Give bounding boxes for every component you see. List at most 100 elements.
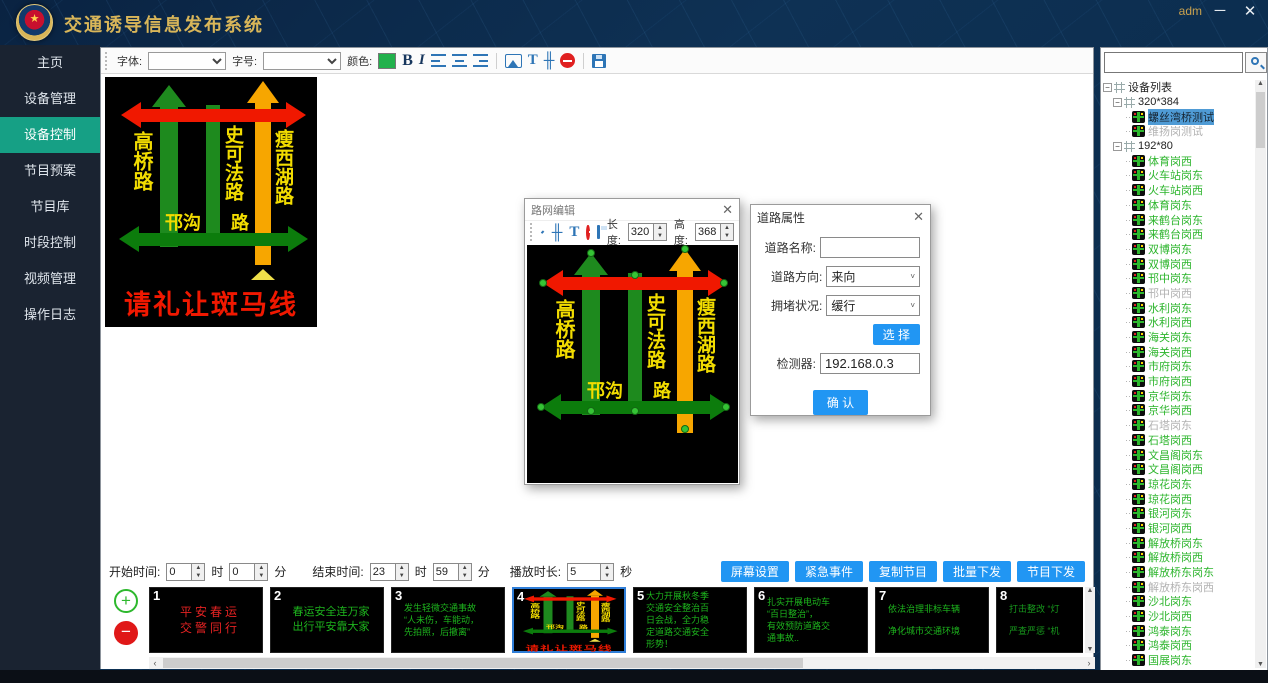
road-name-input[interactable]: [820, 237, 920, 258]
tree-group-1[interactable]: −192*80: [1103, 139, 1255, 154]
tree-device-1-28[interactable]: ··解放桥东岗东: [1103, 565, 1255, 580]
tree-device-1-26[interactable]: ··解放桥岗东: [1103, 535, 1255, 550]
tree-expander-icon[interactable]: −: [1113, 98, 1122, 107]
align-center-icon[interactable]: [452, 54, 467, 67]
edit-handle[interactable]: [722, 403, 730, 411]
program-thumbnail-4[interactable]: 4高桥路史可法路瘦西湖路邗沟路请礼让斑马线: [512, 587, 626, 653]
edit-handle[interactable]: [587, 249, 595, 257]
tree-device-1-33[interactable]: ··鸿泰岗西: [1103, 638, 1255, 653]
program-thumbnail-3[interactable]: 3发生轻微交通事故“人未伤，车能动，先拍照，后撤离”: [391, 587, 505, 653]
roadnet-dialog-titlebar[interactable]: 路网编辑 ✕: [525, 199, 739, 220]
action-button-3[interactable]: 批量下发: [943, 561, 1011, 582]
device-tree-scrollbar[interactable]: ▲▼: [1255, 80, 1266, 668]
text-tool-icon[interactable]: T: [528, 52, 538, 69]
tree-device-1-5[interactable]: ··来鹤台岗西: [1103, 227, 1255, 242]
road-props-titlebar[interactable]: 道路属性 ✕: [751, 205, 930, 229]
led-sign-preview[interactable]: 高桥路史可法路瘦西湖路邗沟路请礼让斑马线: [105, 77, 317, 327]
tree-device-1-27[interactable]: ··解放桥岗西: [1103, 550, 1255, 565]
road-props-close-icon[interactable]: ✕: [913, 209, 924, 225]
tree-device-0-1[interactable]: ··维扬岗测试: [1103, 124, 1255, 139]
tree-device-1-12[interactable]: ··海关岗东: [1103, 330, 1255, 345]
tree-expander-icon[interactable]: −: [1113, 142, 1122, 151]
roadnet-tool-icon[interactable]: ╫: [544, 52, 555, 69]
tree-device-1-17[interactable]: ··京华岗西: [1103, 403, 1255, 418]
road-tool-icon[interactable]: ╫: [552, 224, 563, 241]
add-program-button[interactable]: +: [114, 589, 138, 613]
tree-device-1-14[interactable]: ··市府岗东: [1103, 359, 1255, 374]
tree-device-1-1[interactable]: ··火车站岗东: [1103, 168, 1255, 183]
tree-group-0[interactable]: −320*384: [1103, 95, 1255, 110]
tree-device-1-19[interactable]: ··石塔岗西: [1103, 433, 1255, 448]
program-thumbnail-5[interactable]: 5大力开展秋冬季交通安全整治百日会战，全力稳定道路交通安全形势！: [633, 587, 747, 653]
size-select[interactable]: [263, 52, 341, 70]
font-select[interactable]: [148, 52, 226, 70]
end-hour-spinner[interactable]: ▲▼: [370, 563, 409, 581]
sidebar-item-6[interactable]: 视频管理: [0, 261, 100, 297]
tree-device-1-24[interactable]: ··银河岗东: [1103, 506, 1255, 521]
sidebar-item-7[interactable]: 操作日志: [0, 297, 100, 333]
tree-device-1-3[interactable]: ··体育岗东: [1103, 198, 1255, 213]
minimize-button[interactable]: ─: [1210, 2, 1230, 19]
sidebar-item-0[interactable]: 主页: [0, 45, 100, 81]
tree-device-1-18[interactable]: ··石塔岗东: [1103, 418, 1255, 433]
edit-handle[interactable]: [681, 425, 689, 433]
remove-program-button[interactable]: −: [114, 621, 138, 645]
line-tool-icon[interactable]: [541, 230, 545, 234]
tree-device-1-22[interactable]: ··琼花岗东: [1103, 477, 1255, 492]
duration-spinner[interactable]: ▲▼: [567, 563, 614, 581]
program-thumbnail-1[interactable]: 1平安春运交警同行: [149, 587, 263, 653]
tree-root[interactable]: −设备列表: [1103, 80, 1255, 95]
sidebar-item-4[interactable]: 节目库: [0, 189, 100, 225]
close-button[interactable]: ✕: [1240, 2, 1260, 20]
roadnet-dialog-close-icon[interactable]: ✕: [722, 202, 733, 218]
tree-device-1-10[interactable]: ··水利岗东: [1103, 300, 1255, 315]
select-detector-button[interactable]: 选 择: [873, 324, 920, 345]
tree-device-1-7[interactable]: ··双博岗西: [1103, 256, 1255, 271]
tree-device-1-21[interactable]: ··文昌阁岗西: [1103, 462, 1255, 477]
program-thumbnail-6[interactable]: 6扎实开展电动车“百日整治”，有效预防道路交通事故..: [754, 587, 868, 653]
italic-button[interactable]: I: [419, 52, 425, 69]
tree-device-1-13[interactable]: ··海关岗西: [1103, 344, 1255, 359]
sidebar-item-5[interactable]: 时段控制: [0, 225, 100, 261]
sidebar-item-3[interactable]: 节目预案: [0, 153, 100, 189]
tree-device-1-35[interactable]: ··国展岗西: [1103, 668, 1255, 669]
sidebar-item-1[interactable]: 设备管理: [0, 81, 100, 117]
end-minute-spinner[interactable]: ▲▼: [433, 563, 472, 581]
action-button-4[interactable]: 节目下发: [1017, 561, 1085, 582]
roadnet-canvas[interactable]: 高桥路史可法路瘦西湖路邗沟路: [527, 245, 738, 483]
tree-device-1-4[interactable]: ··来鹤台岗东: [1103, 212, 1255, 227]
sidebar-item-2[interactable]: 设备控制: [0, 117, 100, 153]
congestion-select[interactable]: 缓行˅: [826, 295, 920, 316]
tree-device-1-6[interactable]: ··双博岗东: [1103, 242, 1255, 257]
device-search-input[interactable]: [1104, 52, 1243, 73]
start-hour-spinner[interactable]: ▲▼: [166, 563, 205, 581]
tree-device-0-0[interactable]: ··螺丝湾桥测试: [1103, 109, 1255, 124]
tree-expander-icon[interactable]: −: [1103, 83, 1112, 92]
tree-device-1-11[interactable]: ··水利岗西: [1103, 315, 1255, 330]
save-icon[interactable]: [597, 225, 600, 239]
program-thumbnail-8[interactable]: 8打击整改 “灯严查严惩 “机: [996, 587, 1083, 653]
tree-device-1-15[interactable]: ··市府岗西: [1103, 374, 1255, 389]
edit-handle[interactable]: [537, 403, 545, 411]
color-swatch[interactable]: [378, 53, 396, 69]
search-button[interactable]: [1245, 52, 1267, 73]
tree-device-1-30[interactable]: ··沙北岗东: [1103, 594, 1255, 609]
tree-device-1-34[interactable]: ··国展岗东: [1103, 653, 1255, 668]
action-button-1[interactable]: 紧急事件: [795, 561, 863, 582]
detector-input[interactable]: [820, 353, 920, 374]
text-tool-icon[interactable]: T: [569, 224, 579, 241]
edit-handle[interactable]: [681, 245, 689, 253]
confirm-button[interactable]: 确 认: [813, 390, 868, 415]
save-icon[interactable]: [592, 54, 606, 68]
align-left-icon[interactable]: [431, 54, 446, 67]
program-thumbnail-2[interactable]: 2春运安全连万家出行平安靠大家: [270, 587, 384, 653]
tree-device-1-23[interactable]: ··琼花岗西: [1103, 491, 1255, 506]
thumbnail-horizontal-scrollbar[interactable]: ‹ ›: [149, 657, 1095, 669]
tree-device-1-31[interactable]: ··沙北岗西: [1103, 609, 1255, 624]
road-direction-select[interactable]: 来向˅: [826, 266, 920, 287]
height-spinner[interactable]: ▲▼: [695, 223, 734, 241]
edit-handle[interactable]: [631, 407, 639, 415]
tree-device-1-20[interactable]: ··文昌阁岗东: [1103, 447, 1255, 462]
edit-handle[interactable]: [720, 279, 728, 287]
delete-icon[interactable]: [560, 53, 575, 68]
